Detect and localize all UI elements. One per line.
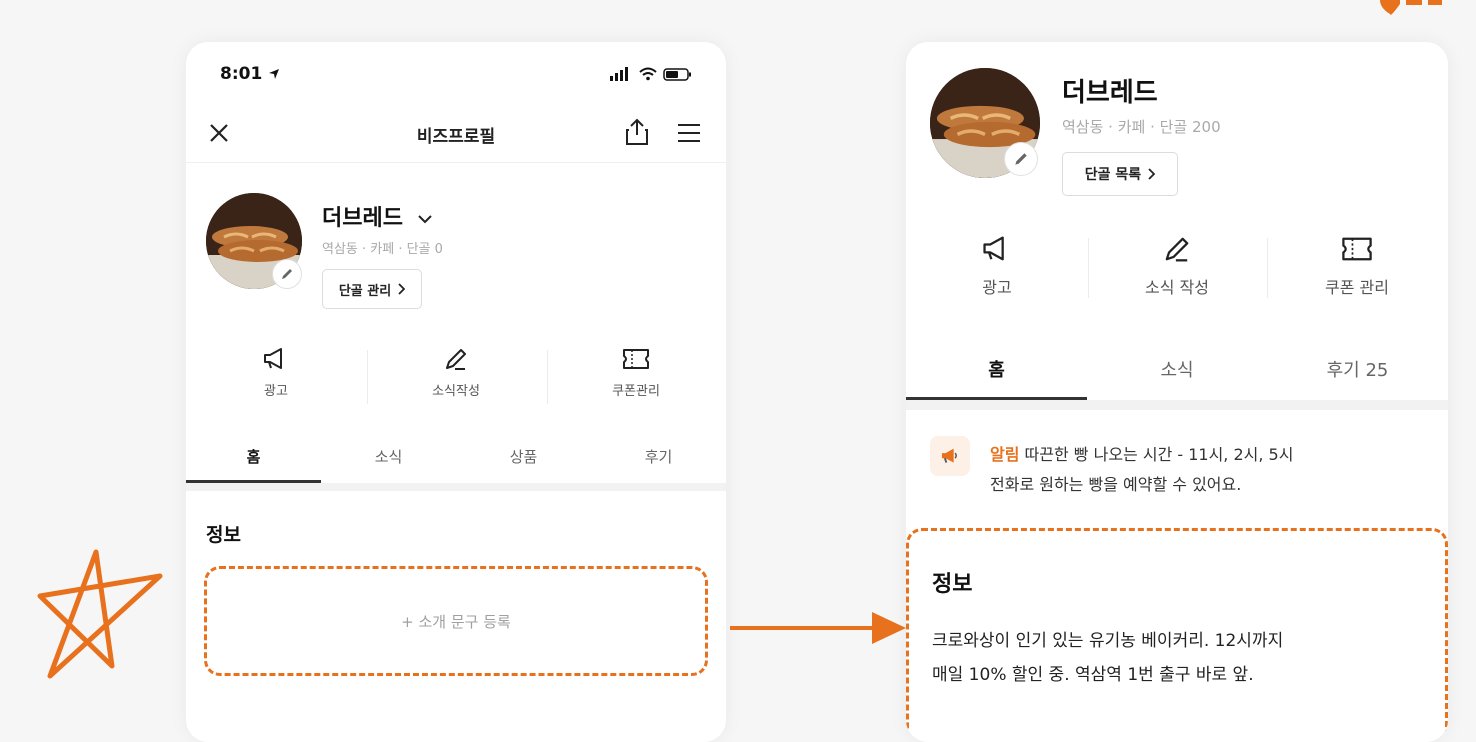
action-divider	[547, 350, 548, 404]
action-label: 광고	[264, 384, 288, 399]
megaphone-icon	[983, 236, 1004, 261]
action-divider	[367, 350, 368, 404]
shop-meta: 역삼동 · 카페 · 단골 200	[1062, 118, 1221, 136]
signal-icon	[610, 67, 691, 81]
tab-home[interactable]: 홈	[186, 446, 321, 467]
info-line-1: 크로와상이 인기 있는 유기농 베이커리. 12시까지	[932, 631, 1284, 651]
action-divider	[1267, 238, 1268, 298]
info-heading: 정보	[206, 524, 241, 546]
add-intro-label: + 소개 문구 등록	[401, 612, 511, 631]
notice-icon-wrap	[930, 436, 970, 476]
tab-products[interactable]: 상품	[456, 446, 591, 467]
avatar-edit-button[interactable]	[1004, 142, 1038, 176]
action-coupon[interactable]: 쿠폰 관리	[1286, 234, 1428, 298]
shop-meta: 역삼동 · 카페 · 단골 0	[322, 242, 443, 257]
arrow-right-icon	[730, 612, 906, 644]
shop-name: 더브레드	[1062, 78, 1158, 108]
regulars-manage-button[interactable]: 단골 관리	[322, 269, 422, 309]
star-annotation-icon	[37, 549, 163, 679]
action-label: 쿠폰관리	[612, 384, 660, 399]
info-line-2: 매일 10% 할인 중. 역삼역 1번 출구 바로 앞.	[932, 665, 1254, 685]
tab-reviews[interactable]: 후기	[591, 446, 726, 467]
info-heading: 정보	[932, 572, 973, 597]
action-coupon[interactable]: 쿠폰관리	[566, 346, 706, 399]
pencil-icon	[446, 349, 466, 370]
hamburger-icon	[678, 124, 700, 142]
megaphone-icon	[941, 448, 957, 463]
action-label: 쿠폰 관리	[1325, 278, 1389, 297]
phone-before: 8:01 비즈프로필 더브레드 역삼동 · 카페 · 단골 0 단골 관리 광고…	[186, 42, 726, 742]
regulars-list-button[interactable]: 단골 목록	[1062, 152, 1178, 196]
tab-news[interactable]: 소식	[321, 446, 456, 467]
avatar-edit-button[interactable]	[272, 259, 302, 289]
action-write-news[interactable]: 소식 작성	[1106, 234, 1248, 298]
action-label: 소식 작성	[1145, 278, 1209, 297]
nav-divider	[186, 162, 726, 163]
share-button[interactable]	[624, 118, 650, 150]
action-label: 소식작성	[432, 384, 480, 399]
notice-line-1: 따끈한 빵 나오는 시간 - 11시, 2시, 5시	[1024, 445, 1294, 464]
share-icon	[626, 118, 648, 145]
tab-home[interactable]: 홈	[906, 356, 1087, 382]
add-intro-button[interactable]: + 소개 문구 등록	[216, 576, 696, 666]
megaphone-icon	[264, 348, 282, 369]
pencil-icon	[1015, 153, 1027, 165]
action-ad[interactable]: 광고	[206, 346, 346, 399]
action-label: 광고	[982, 278, 1012, 297]
coupon-icon	[623, 349, 649, 369]
notice-line-2: 전화로 원하는 빵을 예약할 수 있어요.	[990, 475, 1242, 494]
chevron-right-icon	[1148, 168, 1156, 180]
pencil-icon	[282, 269, 292, 279]
pencil-icon	[1165, 237, 1189, 262]
info-description: 크로와상이 인기 있는 유기농 베이커리. 12시까지 매일 10% 할인 중.…	[932, 624, 1283, 692]
shop-name[interactable]: 더브레드	[322, 200, 433, 232]
status-icons	[610, 66, 706, 86]
action-ad[interactable]: 광고	[926, 234, 1068, 298]
action-write-news[interactable]: 소식작성	[386, 346, 526, 399]
notice-tag: 알림	[990, 445, 1020, 464]
brand-logo-icon	[1380, 0, 1442, 15]
phone-after: 더브레드 역삼동 · 카페 · 단골 200 단골 목록 광고 소식 작성 쿠폰…	[906, 42, 1448, 742]
chip-label: 단골 관리	[338, 283, 392, 299]
action-divider	[1088, 238, 1089, 298]
chevron-right-icon	[398, 283, 406, 295]
chevron-down-icon	[417, 215, 432, 224]
tab-reviews[interactable]: 후기 25	[1267, 356, 1448, 382]
menu-button[interactable]	[676, 122, 702, 148]
coupon-icon	[1342, 237, 1372, 261]
location-arrow-icon	[269, 69, 280, 79]
status-time: 8:01	[220, 64, 280, 84]
tab-news[interactable]: 소식	[1087, 356, 1267, 382]
section-divider	[186, 483, 726, 491]
notice-text: 알림 따끈한 빵 나오는 시간 - 11시, 2시, 5시 전화로 원하는 빵을…	[990, 440, 1293, 500]
section-divider	[906, 400, 1448, 410]
chip-label: 단골 목록	[1084, 167, 1142, 183]
